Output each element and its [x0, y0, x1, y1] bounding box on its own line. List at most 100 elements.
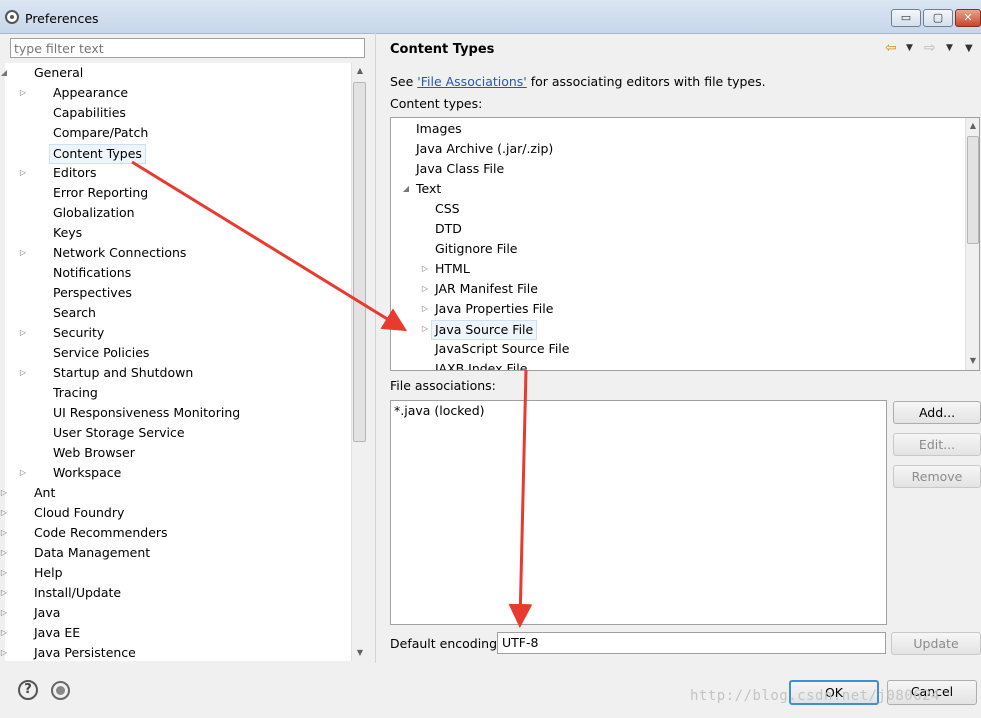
tree-item-label: User Storage Service	[53, 425, 185, 440]
help-icon[interactable]: ?	[18, 680, 38, 700]
hint-prefix: See	[390, 74, 418, 89]
tree-item-label: Perspectives	[53, 285, 132, 300]
content-types-label: Content types:	[390, 96, 483, 111]
content-type-label: Java Class File	[416, 161, 505, 176]
tree-item-label: Keys	[53, 225, 83, 240]
content-type-label: Gitignore File	[435, 241, 518, 256]
eclipse-icon	[5, 10, 19, 24]
tree-item-label: Editors	[53, 165, 97, 180]
content-type-label: CSS	[435, 201, 460, 216]
file-associations-link[interactable]: 'File Associations'	[417, 74, 526, 89]
hint-suffix: for associating editors with file types.	[526, 74, 766, 89]
title-bar: Preferences ▭ ▢ ✕	[0, 0, 981, 34]
tree-item-label: Search	[53, 305, 96, 320]
tree-item-label: Install/Update	[34, 585, 122, 600]
content-type-label: HTML	[435, 261, 470, 276]
scroll-up-icon[interactable]: ▲	[352, 66, 368, 75]
scroll-up-icon[interactable]: ▲	[965, 121, 979, 130]
content-types-tree: Images Java Archive (.jar/.zip) Java Class…	[390, 117, 980, 371]
expand-arrow-icon[interactable]: ▷	[18, 164, 28, 182]
expand-arrow-icon[interactable]: ▷	[0, 644, 9, 662]
expand-arrow-icon[interactable]: ▷	[420, 280, 430, 298]
edit-button[interactable]: Edit...	[893, 433, 981, 456]
expand-arrow-icon[interactable]: ▷	[0, 524, 9, 542]
tree-item-label: Globalization	[53, 205, 135, 220]
expand-arrow-icon[interactable]: ▷	[420, 300, 430, 318]
expand-arrow-icon[interactable]: ▷	[0, 544, 9, 562]
record-macro-icon[interactable]	[51, 681, 70, 700]
expand-arrow-icon[interactable]: ▷	[0, 504, 9, 522]
content-type-label: JAR Manifest File	[435, 281, 538, 296]
tree-item-label: Security	[53, 325, 105, 340]
tree-item-label: Java Persistence	[34, 645, 136, 660]
file-association-item[interactable]: *.java (locked)	[394, 402, 485, 420]
expand-arrow-icon[interactable]: ▷	[18, 364, 28, 382]
add-button[interactable]: Add...	[893, 401, 981, 424]
default-encoding-label: Default encoding:	[390, 636, 502, 651]
page-title: Content Types	[390, 42, 495, 57]
expand-arrow-icon[interactable]: ▷	[0, 624, 9, 642]
update-button[interactable]: Update	[891, 632, 981, 655]
tree-item-label: General	[34, 65, 84, 80]
tree-item-label: Notifications	[53, 265, 132, 280]
remove-button[interactable]: Remove	[893, 465, 981, 488]
scroll-thumb[interactable]	[353, 82, 366, 442]
expand-arrow-icon[interactable]: ▷	[0, 584, 9, 602]
content-types-scrollbar[interactable]: ▲ ▼	[965, 118, 979, 370]
tree-item-label: Content Types	[49, 144, 146, 164]
scroll-down-icon[interactable]: ▼	[965, 356, 979, 365]
tree-item-label: Help	[34, 565, 63, 580]
minimize-button[interactable]: ▭	[891, 9, 921, 27]
content-type-label: JAXB Index File	[435, 361, 528, 371]
tree-item-label: Java EE	[34, 625, 81, 640]
tree-item-label: Ant	[34, 485, 56, 500]
filter-input[interactable]: type filter text	[10, 38, 365, 58]
watermark: http://blog.csdn.net/j080624	[690, 688, 941, 704]
expand-arrow-icon[interactable]: ▷	[0, 564, 9, 582]
default-encoding-input[interactable]: UTF-8	[497, 632, 886, 654]
expand-arrow-icon[interactable]: ▷	[18, 324, 28, 342]
content-type-label: Java Source File	[431, 320, 538, 340]
expand-arrow-icon[interactable]: ▷	[420, 260, 430, 278]
close-button[interactable]: ✕	[955, 9, 981, 27]
expand-arrow-icon[interactable]: ▷	[0, 484, 9, 502]
collapse-arrow-icon[interactable]: ◢	[0, 64, 9, 82]
content-type-label: JavaScript Source File	[435, 341, 570, 356]
tree-item-label: Service Policies	[53, 345, 150, 360]
window-title: Preferences	[25, 11, 99, 26]
scroll-thumb[interactable]	[967, 136, 979, 244]
expand-arrow-icon[interactable]: ▷	[18, 244, 28, 262]
file-associations-label: File associations:	[390, 378, 496, 393]
content-type-label: Java Properties File	[435, 301, 554, 316]
expand-arrow-icon[interactable]: ▷	[420, 320, 430, 338]
tree-item-label: Startup and Shutdown	[53, 365, 194, 380]
back-arrow-icon[interactable]: ⇦	[885, 40, 897, 56]
tree-item-label: Code Recommenders	[34, 525, 168, 540]
forward-menu-icon[interactable]: ▼	[946, 43, 953, 53]
tree-item-label: Data Management	[34, 545, 151, 560]
file-associations-hint: See 'File Associations' for associating …	[390, 74, 766, 89]
left-tree-scrollbar[interactable]: ▲ ▼	[351, 63, 367, 661]
expand-arrow-icon[interactable]: ▷	[18, 464, 28, 482]
tree-item-label: Tracing	[53, 385, 98, 400]
content-type-label: DTD	[435, 221, 462, 236]
forward-arrow-icon[interactable]: ⇨	[924, 40, 936, 56]
back-menu-icon[interactable]: ▼	[906, 43, 913, 53]
tree-item-label: UI Responsiveness Monitoring	[53, 405, 241, 420]
pane-divider[interactable]	[375, 33, 376, 663]
preferences-tree: ◢ General ▷ Appearance Capabilities Compare/P…	[1, 63, 351, 661]
collapse-arrow-icon[interactable]: ◢	[401, 180, 411, 198]
content-type-label: Text	[416, 181, 442, 196]
content-type-label: Java Archive (.jar/.zip)	[416, 141, 554, 156]
tree-item-label: Network Connections	[53, 245, 187, 260]
expand-arrow-icon[interactable]: ▷	[0, 604, 9, 622]
tree-item-label: Cloud Foundry	[34, 505, 125, 520]
view-menu-icon[interactable]: ▼	[965, 43, 973, 54]
scroll-down-icon[interactable]: ▼	[352, 648, 368, 657]
tree-item-label: Appearance	[53, 85, 129, 100]
tree-item-label: Java	[34, 605, 61, 620]
tree-item-label: Web Browser	[53, 445, 135, 460]
maximize-button[interactable]: ▢	[923, 9, 953, 27]
expand-arrow-icon[interactable]: ▷	[18, 84, 28, 102]
content-type-label: Images	[416, 121, 462, 136]
